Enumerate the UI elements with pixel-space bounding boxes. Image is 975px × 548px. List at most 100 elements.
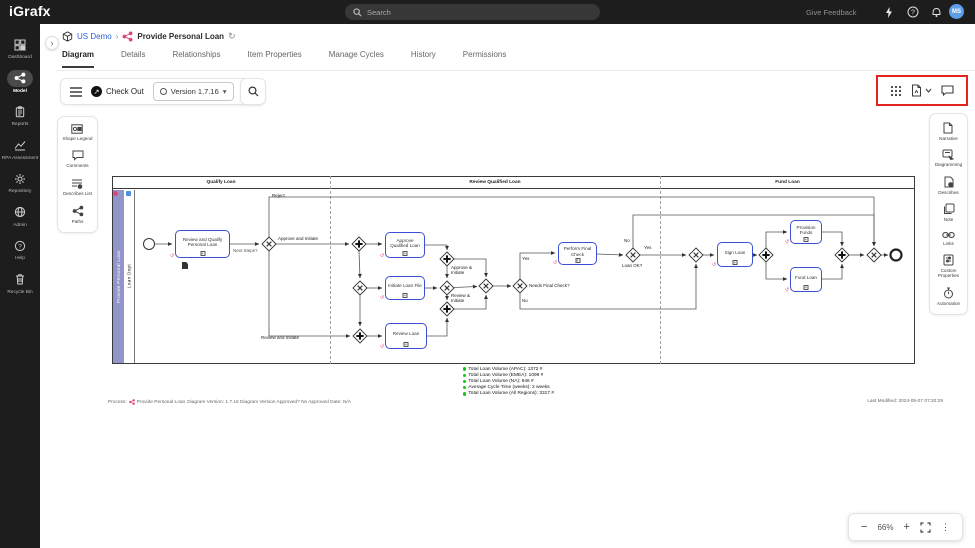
export-document-button[interactable] <box>911 84 932 97</box>
sidebar-item-recycle-bin[interactable]: Recycle Bin <box>0 271 40 296</box>
resource-icon: ↺ <box>170 254 174 259</box>
model-share-icon <box>7 70 33 87</box>
process-share-icon <box>129 399 135 405</box>
resource-icon: ↺ <box>785 288 789 293</box>
give-feedback-link[interactable]: Give Feedback <box>806 8 856 17</box>
task-review-loan[interactable]: Review Loan+↺ <box>385 323 427 349</box>
search-input[interactable] <box>367 8 592 17</box>
comments-icon <box>72 150 84 161</box>
more-options-icon[interactable]: ⋮ <box>941 522 950 532</box>
tab-manage-cycles[interactable]: Manage Cycles <box>329 50 384 68</box>
legend-dot-icon <box>463 392 466 395</box>
tab-item-properties[interactable]: Item Properties <box>248 50 302 68</box>
legend-item: Average Cycle Time (weeks): 2 weeks <box>463 385 554 391</box>
task-provision-funds[interactable]: Provision Funds+↺ <box>790 220 822 244</box>
zoom-in-button[interactable]: + <box>904 522 910 532</box>
resource-icon: ↺ <box>380 296 384 301</box>
panel-expander-button[interactable]: › <box>45 36 59 50</box>
task-initiate-loan-file[interactable]: Initiate Loan File+↺ <box>385 276 425 300</box>
flow-label-no: No <box>522 298 528 303</box>
paths-button[interactable]: Paths <box>72 205 84 224</box>
sidebar-item-rpa-assessment[interactable]: RPA Assessment <box>0 137 40 162</box>
annotation-highlight <box>876 75 968 106</box>
rpa-chart-icon <box>7 137 33 154</box>
zoom-controls: − 66% + ⋮ <box>848 513 963 541</box>
chevron-down-icon <box>925 88 932 93</box>
paths-icon <box>72 205 84 217</box>
main-sidebar: Dashboard Model Reports RPA Assessment R… <box>0 24 40 548</box>
reports-clipboard-icon <box>7 103 33 120</box>
subprocess-marker: + <box>575 258 580 263</box>
breadcrumb-root[interactable]: US Demo <box>77 32 112 41</box>
check-out-button[interactable]: ↗ Check Out <box>91 86 144 97</box>
left-tool-panel: Shape Legend Comments Describes List Pat… <box>57 116 98 233</box>
diagramming-button[interactable]: Diagramming <box>935 149 962 167</box>
comments-button[interactable]: Comments <box>66 150 88 168</box>
last-modified-text: Last Modified: 2024-05-07 07:20:29 <box>867 399 943 404</box>
subprocess-marker: + <box>200 251 205 256</box>
describes-list-icon <box>71 178 83 189</box>
flow-label-review-and-initiate: Review and Initiate <box>261 335 299 340</box>
version-status-icon[interactable]: ↻ <box>228 31 236 42</box>
narrative-button[interactable]: Narrative <box>939 122 958 141</box>
task-sign-loan[interactable]: Sign Loan+↺ <box>717 242 753 267</box>
task-approve-qualified-loan[interactable]: Approve Qualified Loan+↺ <box>385 232 425 258</box>
start-event[interactable] <box>144 239 155 250</box>
menu-icon[interactable] <box>70 87 82 97</box>
sidebar-item-help[interactable]: ? Help <box>0 237 40 262</box>
check-out-icon: ↗ <box>91 86 102 97</box>
custom-properties-button[interactable]: Custom Properties <box>930 254 967 279</box>
dashboard-grid-icon <box>7 36 33 53</box>
igrafx-logo: iGrafx <box>9 3 51 19</box>
global-search[interactable] <box>345 4 600 20</box>
notifications-bell-icon[interactable] <box>929 5 943 19</box>
zoom-out-button[interactable]: − <box>861 522 867 532</box>
chevron-down-icon: ▾ <box>223 87 227 96</box>
describes-icon <box>944 176 954 188</box>
shape-legend-button[interactable]: Shape Legend <box>63 124 93 141</box>
comment-icon[interactable] <box>941 85 954 96</box>
user-avatar[interactable]: MS <box>949 4 964 19</box>
diagram-search-button[interactable] <box>240 78 266 105</box>
tab-permissions[interactable]: Permissions <box>463 50 507 68</box>
note-button[interactable]: Note <box>943 203 955 222</box>
repository-gear-icon <box>7 170 33 187</box>
tab-history[interactable]: History <box>411 50 436 68</box>
diagram-toolbar: ↗ Check Out Version 1.7.16 ▾ i <box>60 78 263 105</box>
sidebar-item-dashboard[interactable]: Dashboard <box>0 36 40 61</box>
help-icon[interactable]: ? <box>906 5 920 19</box>
tab-diagram[interactable]: Diagram <box>62 50 94 68</box>
fit-screen-icon[interactable] <box>920 522 931 533</box>
recycle-bin-trash-icon <box>7 271 33 288</box>
legend-item: Total Loan Volume (All Regions): 3317 # <box>463 391 554 397</box>
automation-button[interactable]: Automation <box>937 287 960 306</box>
sidebar-item-admin[interactable]: Admin <box>0 204 40 229</box>
links-button[interactable]: Links <box>942 231 955 246</box>
describes-list-button[interactable]: Describes List <box>63 178 92 196</box>
search-icon <box>353 8 362 17</box>
version-ring-icon <box>160 88 167 95</box>
sidebar-item-repository[interactable]: Repository <box>0 170 40 195</box>
task-review-and-qualify-personal-loan[interactable]: Review and Qualify Personal Loan+↺ <box>175 230 230 258</box>
quick-actions-icon[interactable] <box>882 5 896 19</box>
breadcrumb-separator: › <box>116 32 119 41</box>
diagramming-icon <box>942 149 954 160</box>
breadcrumb: US Demo › Provide Personal Loan ↻ <box>62 29 236 43</box>
sidebar-item-model[interactable]: Model <box>0 70 40 95</box>
legend-dot-icon <box>463 374 466 377</box>
resource-icon: ↺ <box>380 345 384 350</box>
diagram-canvas[interactable]: Qualify Loan Review Qualified Loan Fund … <box>108 172 920 372</box>
tab-relationships[interactable]: Relationships <box>172 50 220 68</box>
task-perform-final-check[interactable]: Perform Final Check+↺ <box>558 242 597 265</box>
end-event[interactable] <box>891 250 902 261</box>
flow-label-yes: Yes <box>522 256 529 261</box>
apps-grid-icon[interactable] <box>890 85 902 97</box>
sidebar-item-reports[interactable]: Reports <box>0 103 40 128</box>
task-fund-loan[interactable]: Fund Loan+↺ <box>790 267 822 292</box>
top-bar: iGrafx Give Feedback ? MS <box>0 0 975 24</box>
resource-icon: ↺ <box>380 254 384 259</box>
tab-details[interactable]: Details <box>121 50 145 68</box>
version-dropdown[interactable]: Version 1.7.16 ▾ <box>153 82 234 101</box>
describes-button[interactable]: Describes <box>938 176 958 195</box>
subprocess-marker: + <box>404 342 409 347</box>
